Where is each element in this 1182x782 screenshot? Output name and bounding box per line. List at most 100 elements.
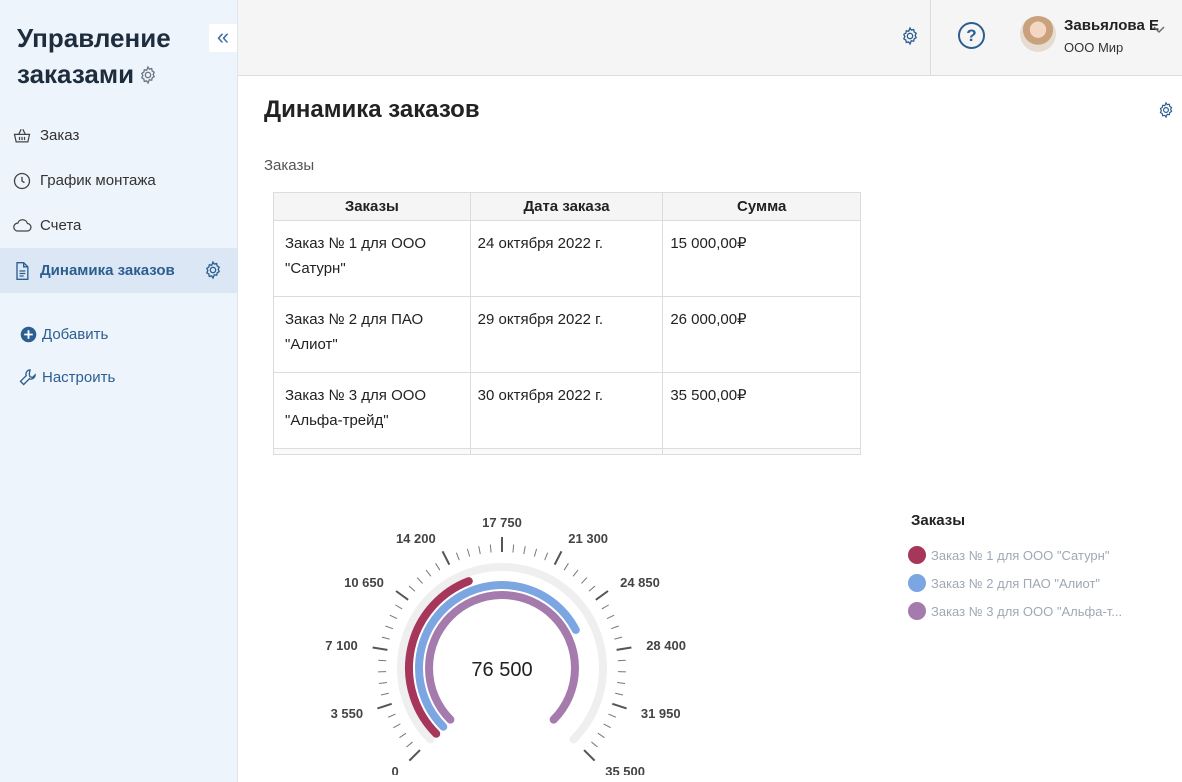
user-name[interactable]: Завьялова Е bbox=[1064, 17, 1159, 34]
sidebar-item-invoices[interactable]: Счета bbox=[0, 203, 237, 248]
gauge-major-tick bbox=[616, 646, 632, 651]
gauge-minor-tick bbox=[617, 682, 626, 685]
sidebar-item-schedule[interactable]: График монтажа bbox=[0, 158, 237, 203]
app-settings-gear-icon[interactable] bbox=[138, 58, 158, 94]
gauge-minor-tick bbox=[478, 546, 481, 555]
order-cell: Заказ № 3 для ООО "Альфа-трейд" bbox=[273, 372, 471, 449]
sidebar-item-order-dynamics[interactable]: Динамика заказов bbox=[0, 248, 237, 293]
gauge-minor-tick bbox=[455, 552, 460, 561]
gauge-minor-tick bbox=[381, 636, 390, 640]
gauge-minor-tick bbox=[533, 548, 538, 557]
gauge-total-label: 76 500 bbox=[471, 659, 532, 681]
gauge-major-tick bbox=[408, 749, 421, 762]
gauge-minor-tick bbox=[380, 692, 389, 696]
order-name-line: Заказ № 3 для ООО bbox=[285, 387, 427, 404]
gauge-tick-label: 21 300 bbox=[568, 531, 608, 546]
gauge-minor-tick bbox=[614, 636, 623, 640]
gauge-tick-label: 3 550 bbox=[331, 706, 364, 721]
section-label: Заказы bbox=[264, 157, 315, 174]
date-cell: 30 октября 2022 г. bbox=[469, 372, 664, 449]
sum-cell: 15 000,00₽ bbox=[662, 220, 861, 297]
legend-label: Заказ № 3 для ООО "Альфа-т... bbox=[931, 603, 1123, 619]
gauge-major-tick bbox=[553, 550, 563, 566]
order-name-line: "Сатурн" bbox=[285, 260, 346, 277]
gauge-minor-tick bbox=[610, 625, 619, 630]
legend-label: Заказ № 1 для ООО "Сатурн" bbox=[931, 547, 1110, 563]
gauge-tick-label: 31 950 bbox=[641, 706, 681, 721]
sidebar-item-label: График монтажа bbox=[40, 172, 156, 189]
page-settings-gear-icon[interactable] bbox=[1157, 101, 1175, 124]
column-header[interactable]: Заказы bbox=[273, 192, 471, 221]
gauge-minor-tick bbox=[608, 713, 616, 718]
order-name-line: Заказ № 1 для ООО bbox=[285, 235, 427, 252]
app-title-line2: заказами bbox=[17, 59, 135, 89]
app-title: Управление заказами bbox=[17, 20, 207, 94]
basket-icon bbox=[11, 125, 33, 147]
gauge-minor-tick bbox=[385, 625, 394, 630]
chevron-down-icon[interactable] bbox=[1153, 21, 1165, 39]
gauge-minor-tick bbox=[617, 659, 626, 662]
gauge-minor-tick bbox=[588, 585, 596, 592]
order-cell: Заказ № 2 для ПАО "Алиот" bbox=[273, 296, 471, 373]
item-settings-gear-icon[interactable] bbox=[203, 260, 223, 284]
gauge-tick-label: 35 500 bbox=[605, 764, 645, 775]
table-row[interactable]: Заказ № 3 для ООО "Альфа-трейд" 30 октябр… bbox=[273, 372, 861, 449]
gauge-minor-tick bbox=[389, 614, 398, 620]
order-name-line: "Альфа-трейд" bbox=[285, 412, 389, 429]
configure-button[interactable]: Настроить bbox=[0, 363, 115, 391]
sum-cell: 26 000,00₽ bbox=[662, 296, 861, 373]
gauge-major-tick bbox=[377, 702, 392, 710]
gauge-tick-label: 28 400 bbox=[646, 638, 686, 653]
gauge-minor-tick bbox=[606, 614, 615, 620]
user-org: ООО Мир bbox=[1064, 40, 1124, 55]
document-icon bbox=[11, 260, 33, 282]
gauge-minor-tick bbox=[378, 682, 387, 685]
column-header[interactable]: Сумма bbox=[662, 192, 861, 221]
legend-dot bbox=[908, 602, 926, 620]
help-icon[interactable]: ? bbox=[958, 22, 985, 49]
avatar[interactable] bbox=[1020, 16, 1056, 52]
gauge-minor-tick bbox=[603, 723, 611, 729]
gauge-minor-tick bbox=[563, 563, 569, 571]
top-bar: ? Завьялова Е ООО Мир bbox=[238, 0, 1182, 76]
gauge-tick-label: 24 850 bbox=[620, 575, 660, 590]
gauge-minor-tick bbox=[393, 723, 401, 729]
gauge-minor-tick bbox=[572, 569, 579, 577]
gauge-tick-label: 10 650 bbox=[344, 575, 384, 590]
gauge-tick-label: 14 200 bbox=[396, 531, 436, 546]
column-header[interactable]: Дата заказа bbox=[469, 192, 664, 221]
order-cell: Заказ № 1 для ООО "Сатурн" bbox=[273, 220, 471, 297]
gauge-minor-tick bbox=[388, 713, 396, 718]
gauge-minor-tick bbox=[601, 604, 609, 610]
page-title: Динамика заказов bbox=[264, 96, 480, 123]
gauge-tick-label: 7 100 bbox=[325, 638, 358, 653]
gauge-minor-tick bbox=[378, 659, 387, 662]
chart-legend: Заказы Заказ № 1 для ООО "Сатурн" Заказ … bbox=[908, 512, 1122, 625]
gauge-minor-tick bbox=[435, 563, 441, 571]
gauge-minor-tick bbox=[591, 741, 598, 748]
add-button-label: Добавить bbox=[42, 325, 109, 343]
add-button[interactable]: Добавить bbox=[0, 320, 115, 348]
gauge-series-arc[interactable] bbox=[425, 591, 579, 724]
legend-item[interactable]: Заказ № 3 для ООО "Альфа-т... bbox=[908, 597, 1122, 625]
gauge-minor-tick bbox=[523, 546, 526, 555]
gauge-major-tick bbox=[441, 550, 451, 566]
legend-item[interactable]: Заказ № 2 для ПАО "Алиот" bbox=[908, 569, 1122, 597]
clock-icon bbox=[11, 170, 33, 192]
header-settings-gear-icon[interactable] bbox=[900, 26, 920, 51]
legend-item[interactable]: Заказ № 1 для ООО "Сатурн" bbox=[908, 541, 1122, 569]
gauge-major-tick bbox=[595, 590, 609, 601]
table-row[interactable]: Заказ № 2 для ПАО "Алиот" 29 октября 2022… bbox=[273, 296, 861, 373]
gauge-minor-tick bbox=[544, 552, 549, 561]
gauge-tick-label: 17 750 bbox=[482, 515, 522, 530]
gauge-minor-tick bbox=[512, 544, 515, 553]
header-divider bbox=[930, 0, 931, 75]
gauge-arcs bbox=[397, 563, 607, 744]
date-cell: 24 октября 2022 г. bbox=[469, 220, 664, 297]
legend-dot bbox=[908, 546, 926, 564]
order-name-line: "Алиот" bbox=[285, 336, 338, 353]
sidebar-collapse-button[interactable]: « bbox=[209, 24, 237, 52]
table-row-partial bbox=[273, 448, 861, 455]
table-row[interactable]: Заказ № 1 для ООО "Сатурн" 24 октября 202… bbox=[273, 220, 861, 297]
sidebar-item-order[interactable]: Заказ bbox=[0, 113, 237, 158]
